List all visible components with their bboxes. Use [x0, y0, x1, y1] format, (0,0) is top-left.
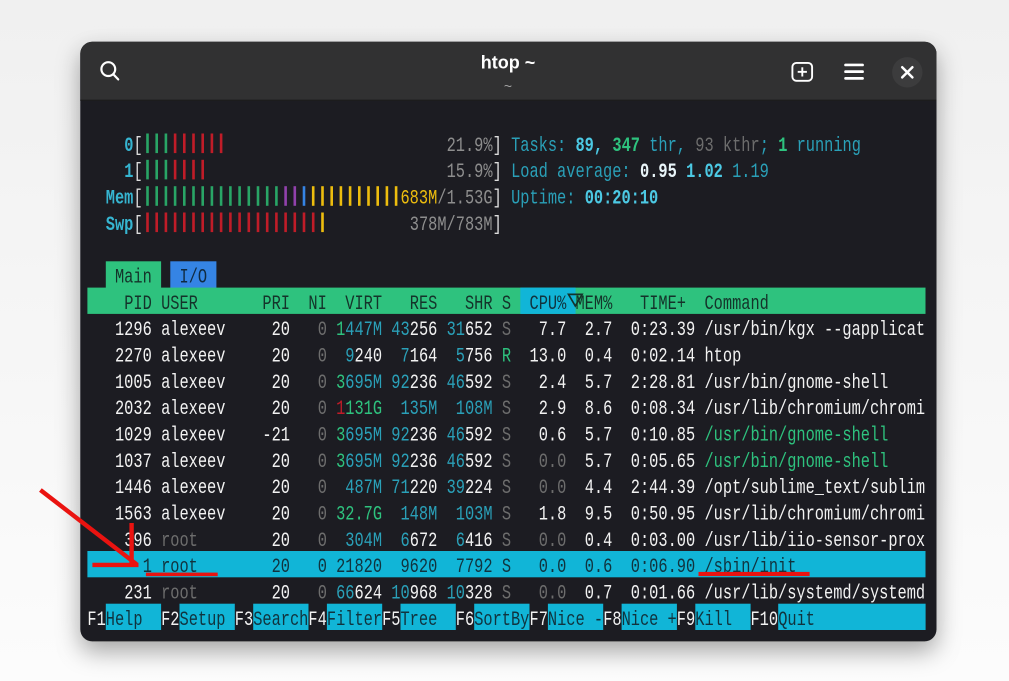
svg-text:Uptime:00:20:10: Uptime:00:20:10: [511, 188, 658, 210]
svg-text:htop ~: htop ~: [481, 53, 536, 73]
svg-text:~: ~: [504, 78, 512, 94]
svg-text:2270alexeev200924071645756R13.: 2270alexeev200924071645756R13.00.40:02.1…: [115, 346, 741, 368]
